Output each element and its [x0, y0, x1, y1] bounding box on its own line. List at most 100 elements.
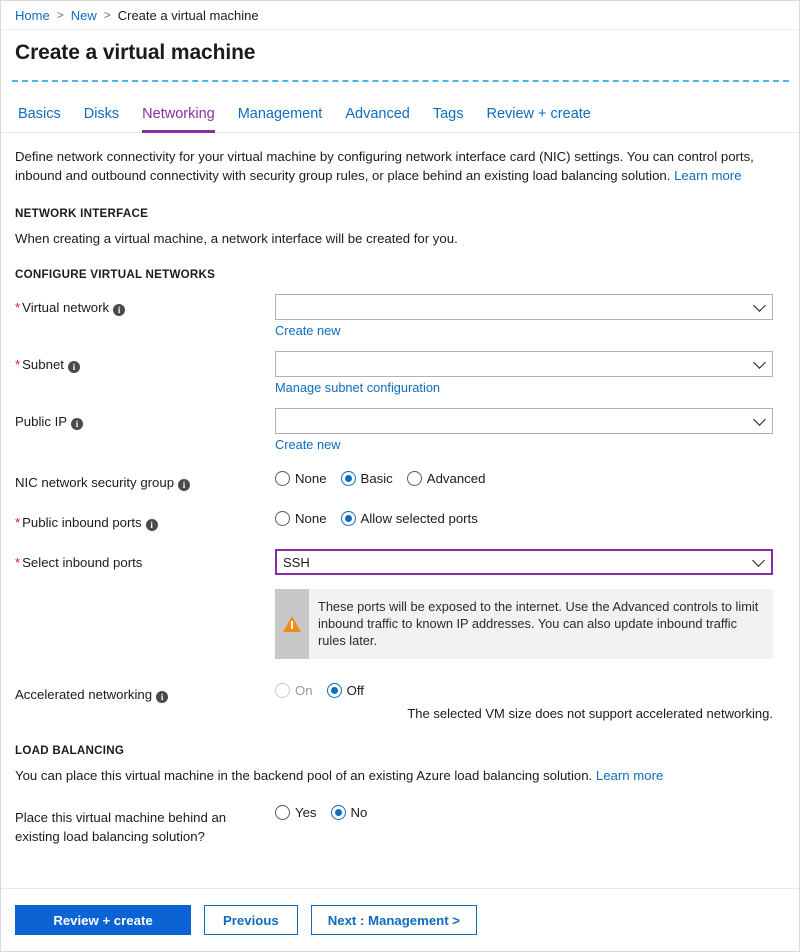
info-icon[interactable]: i — [71, 418, 84, 430]
chevron-down-icon — [753, 413, 766, 426]
public-inbound-ports-option-allow-selected-label: Allow selected ports — [360, 511, 478, 526]
info-icon[interactable]: i — [145, 519, 158, 531]
breadcrumb-separator-2: > — [103, 8, 111, 22]
select-inbound-ports-required-marker: * — [15, 555, 21, 570]
select-inbound-ports-select[interactable]: SSH — [275, 549, 773, 575]
load-balancing-description-wrap: You can place this virtual machine in th… — [15, 768, 785, 783]
chevron-down-icon — [753, 299, 766, 312]
tab-disks[interactable]: Disks — [84, 106, 119, 133]
intro-learn-more-link[interactable]: Learn more — [674, 168, 741, 183]
load-balancing-learn-more-link[interactable]: Learn more — [596, 768, 663, 783]
nic-nsg-label-text: NIC network security group — [15, 475, 175, 490]
info-icon[interactable]: i — [178, 479, 191, 491]
breadcrumb: Home > New > Create a virtual machine — [1, 1, 799, 30]
ports-warning-banner: These ports will be exposed to the inter… — [275, 589, 773, 659]
public-ip-create-new-link[interactable]: Create new — [275, 437, 340, 452]
nic-nsg-radio-group: None Basic Advanced — [275, 469, 785, 486]
info-icon[interactable]: i — [113, 304, 126, 316]
radio-icon-selected — [326, 683, 342, 698]
place-behind-lb-option-no[interactable]: No — [330, 805, 367, 820]
public-ip-control: Create new — [275, 408, 785, 452]
virtual-network-required-marker: * — [15, 300, 21, 315]
warning-triangle-icon — [283, 616, 301, 632]
public-ip-select[interactable] — [275, 408, 773, 434]
tab-advanced[interactable]: Advanced — [345, 106, 410, 133]
place-behind-lb-option-yes[interactable]: Yes — [275, 805, 317, 820]
virtual-network-create-new-link[interactable]: Create new — [275, 323, 340, 338]
radio-icon — [275, 511, 290, 526]
network-interface-heading: NETWORK INTERFACE — [15, 207, 149, 220]
info-icon[interactable]: i — [67, 361, 80, 373]
accelerated-networking-label-text: Accelerated networking — [15, 687, 153, 702]
select-inbound-ports-row: * Select inbound ports SSH These ports wi… — [15, 549, 785, 659]
next-management-button[interactable]: Next : Management > — [310, 905, 477, 935]
subnet-required-marker: * — [15, 357, 21, 372]
tab-basics[interactable]: Basics — [18, 106, 61, 133]
accelerated-networking-row: Accelerated networking i On Off The selec… — [15, 681, 785, 721]
select-inbound-ports-label-text: Select inbound ports — [22, 555, 143, 570]
review-create-button[interactable]: Review + create — [15, 905, 191, 935]
place-behind-lb-label: Place this virtual machine behind an exi… — [15, 803, 275, 846]
accelerated-networking-option-on-label: On — [295, 683, 313, 698]
manage-subnet-configuration-link[interactable]: Manage subnet configuration — [275, 380, 440, 395]
tab-review-create[interactable]: Review + create — [486, 106, 590, 133]
select-inbound-ports-value: SSH — [283, 554, 310, 570]
nic-nsg-option-advanced[interactable]: Advanced — [406, 471, 485, 486]
wizard-tabs: Basics Disks Networking Management Advan… — [1, 82, 799, 133]
nic-nsg-row: NIC network security group i None Basic A… — [15, 469, 785, 491]
info-icon[interactable]: i — [156, 691, 169, 703]
place-behind-lb-radio-group: Yes No — [275, 803, 785, 820]
virtual-network-label: * Virtual network i — [15, 294, 275, 316]
networking-pane: Define network connectivity for your vir… — [1, 147, 799, 846]
select-inbound-ports-label: * Select inbound ports — [15, 549, 275, 571]
accelerated-networking-option-off-label: Off — [346, 683, 364, 698]
radio-icon-disabled — [275, 683, 290, 698]
nic-nsg-option-basic-label: Basic — [360, 471, 393, 486]
subnet-select[interactable] — [275, 351, 773, 377]
page-title: Create a virtual machine — [15, 41, 256, 64]
breadcrumb-home[interactable]: Home — [15, 8, 50, 23]
chevron-down-icon — [753, 356, 766, 369]
nic-nsg-option-none-label: None — [295, 471, 327, 486]
place-behind-lb-label-line1: Place this virtual machine behind an — [15, 810, 227, 825]
accelerated-networking-control: On Off The selected VM size does not sup… — [275, 681, 785, 721]
warning-icon-bar — [275, 589, 309, 659]
radio-icon-selected — [330, 805, 346, 820]
nic-nsg-label: NIC network security group i — [15, 469, 275, 491]
network-interface-description: When creating a virtual machine, a netwo… — [15, 231, 458, 246]
radio-icon-selected — [340, 471, 356, 486]
radio-icon — [275, 471, 290, 486]
public-inbound-ports-option-none[interactable]: None — [275, 511, 327, 526]
load-balancing-description: You can place this virtual machine in th… — [15, 768, 593, 783]
tab-networking[interactable]: Networking — [142, 106, 215, 133]
public-inbound-ports-label: * Public inbound ports i — [15, 509, 275, 531]
public-inbound-ports-option-none-label: None — [295, 511, 327, 526]
virtual-network-select[interactable] — [275, 294, 773, 320]
accelerated-networking-note: The selected VM size does not support ac… — [407, 706, 773, 721]
intro-paragraph: Define network connectivity for your vir… — [15, 147, 777, 185]
radio-icon-selected — [340, 511, 356, 526]
nic-nsg-option-none[interactable]: None — [275, 471, 327, 486]
chevron-down-icon — [752, 554, 765, 567]
subnet-row: * Subnet i Manage subnet configuration — [15, 351, 785, 395]
public-inbound-ports-row: * Public inbound ports i None Allow select… — [15, 509, 785, 531]
tab-tags[interactable]: Tags — [433, 106, 464, 133]
virtual-network-row: * Virtual network i Create new — [15, 294, 785, 338]
accelerated-networking-option-off[interactable]: Off — [326, 683, 364, 698]
select-inbound-ports-control: SSH These ports will be exposed to the i… — [275, 549, 785, 659]
ports-warning-text: These ports will be exposed to the inter… — [318, 599, 759, 648]
public-ip-label-text: Public IP — [15, 414, 68, 429]
breadcrumb-new[interactable]: New — [71, 8, 97, 23]
breadcrumb-separator-1: > — [56, 8, 64, 22]
place-behind-lb-row: Place this virtual machine behind an exi… — [15, 803, 785, 846]
public-inbound-ports-option-allow-selected[interactable]: Allow selected ports — [340, 511, 478, 526]
create-vm-window: Home > New > Create a virtual machine Cr… — [0, 0, 800, 952]
accelerated-networking-label: Accelerated networking i — [15, 681, 275, 703]
radio-icon — [275, 805, 290, 820]
previous-button[interactable]: Previous — [204, 905, 298, 935]
public-inbound-ports-label-text: Public inbound ports — [22, 515, 142, 530]
tab-management[interactable]: Management — [238, 106, 323, 133]
radio-icon — [406, 471, 422, 486]
subnet-label: * Subnet i — [15, 351, 275, 373]
nic-nsg-option-basic[interactable]: Basic — [340, 471, 393, 486]
